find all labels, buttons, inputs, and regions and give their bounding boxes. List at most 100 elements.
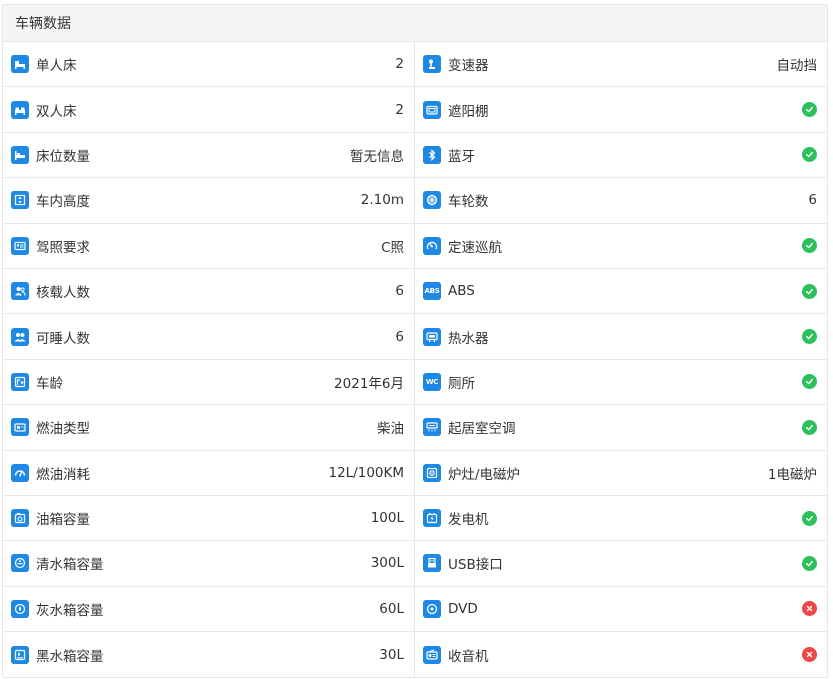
- spec-label: 双人床: [36, 103, 77, 120]
- check-icon: [802, 283, 817, 299]
- spec-value: 柴油: [377, 421, 404, 438]
- spec-value: 6: [808, 192, 817, 209]
- spec-row: 变速器 自动挡: [415, 42, 827, 88]
- spec-value: 2: [395, 56, 404, 73]
- spec-label: 厕所: [448, 375, 475, 392]
- spec-row: 驾照要求 C照: [3, 224, 414, 269]
- single-bed-icon: [11, 55, 29, 74]
- spec-row: 车内高度 2.10m: [3, 178, 414, 224]
- spec-row: 黑水箱容量 30L: [3, 632, 414, 677]
- check-icon: [802, 419, 817, 435]
- spec-row: 可睡人数 6: [3, 314, 414, 360]
- panel-header: 车辆数据: [3, 5, 827, 42]
- spec-row: 炉灶/电磁炉 1电磁炉: [415, 451, 827, 496]
- spec-value: 12L/100KM: [328, 464, 404, 481]
- spec-value: 6: [395, 328, 404, 345]
- spec-label: USB接口: [448, 557, 503, 574]
- spec-label: 可睡人数: [36, 330, 90, 347]
- spec-label: 清水箱容量: [36, 557, 104, 574]
- gray-water-icon: [11, 599, 29, 618]
- spec-value: 300L: [370, 555, 404, 572]
- transmission-icon: [423, 55, 441, 74]
- fresh-water-icon: [11, 554, 29, 573]
- berth-icon: [11, 145, 29, 164]
- spec-label: 灰水箱容量: [36, 602, 104, 619]
- spec-label: 车龄: [36, 375, 63, 392]
- check-icon: [802, 238, 817, 254]
- stove-icon: [423, 463, 441, 482]
- spec-label: 单人床: [36, 58, 77, 75]
- cruise-control-icon: [423, 236, 441, 255]
- spec-label: 油箱容量: [36, 512, 90, 529]
- water-heater-icon: [423, 327, 441, 346]
- spec-row: WC 厕所: [415, 360, 827, 406]
- spec-value: 暂无信息: [350, 148, 404, 165]
- spec-row: 双人床 2: [3, 87, 414, 133]
- spec-label: 车内高度: [36, 194, 90, 211]
- spec-label: 起居室空调: [448, 421, 516, 438]
- wheel-icon: [423, 191, 441, 210]
- spec-row: 清水箱容量 300L: [3, 541, 414, 587]
- spec-row: 起居室空调: [415, 405, 827, 451]
- spec-label: 发电机: [448, 512, 489, 529]
- spec-value: 2021年6月: [334, 375, 404, 392]
- spec-label: 车轮数: [448, 194, 489, 211]
- spec-row: 车轮数 6: [415, 178, 827, 224]
- check-icon: [802, 555, 817, 571]
- vehicle-age-icon: [11, 372, 29, 391]
- passengers-icon: [11, 282, 29, 301]
- spec-row: DVD: [415, 587, 827, 633]
- check-icon: [802, 102, 817, 118]
- black-water-icon: [11, 645, 29, 664]
- vehicle-data-panel: 车辆数据 单人床 2 双人床 2 床位数量 暂无信息 车内高度 2.10m 驾照要求 C照 核载人数…: [2, 4, 828, 678]
- spec-value: 2.10m: [360, 192, 404, 209]
- spec-label: 收音机: [448, 648, 489, 665]
- awning-icon: [423, 100, 441, 119]
- cross-icon: [802, 601, 817, 617]
- spec-column-left: 单人床 2 双人床 2 床位数量 暂无信息 车内高度 2.10m 驾照要求 C照 核载人数 6 可睡人数…: [3, 42, 415, 678]
- spec-value: 6: [395, 283, 404, 300]
- spec-row: ABS ABS: [415, 269, 827, 315]
- spec-row: 燃油类型 柴油: [3, 405, 414, 451]
- spec-label: 遮阳棚: [448, 103, 489, 120]
- spec-value: 60L: [379, 600, 404, 617]
- toilet-icon: WC: [423, 372, 441, 391]
- spec-row: 定速巡航: [415, 224, 827, 269]
- spec-row: 油箱容量 100L: [3, 496, 414, 542]
- check-icon: [802, 510, 817, 526]
- air-conditioner-icon: [423, 418, 441, 437]
- check-icon: [802, 329, 817, 345]
- sleepers-icon: [11, 327, 29, 346]
- spec-label: 黑水箱容量: [36, 648, 104, 665]
- spec-label: 燃油类型: [36, 421, 90, 438]
- check-icon: [802, 374, 817, 390]
- spec-label: 定速巡航: [448, 239, 502, 256]
- spec-label: DVD: [448, 600, 478, 617]
- bluetooth-icon: [423, 145, 441, 164]
- double-bed-icon: [11, 100, 29, 119]
- spec-row: 热水器: [415, 314, 827, 360]
- fuel-tank-icon: [11, 509, 29, 528]
- spec-value: 100L: [370, 510, 404, 527]
- spec-label: 炉灶/电磁炉: [448, 466, 521, 483]
- spec-column-right: 变速器 自动挡遮阳棚蓝牙车轮数 6 定速巡航 ABS ABS 热水器 WC 厕所起居室空调炉灶/…: [415, 42, 827, 677]
- spec-label: 驾照要求: [36, 239, 90, 256]
- spec-row: 发电机: [415, 496, 827, 542]
- spec-label: ABS: [448, 283, 475, 300]
- spec-label: 变速器: [448, 58, 489, 75]
- spec-label: 燃油消耗: [36, 466, 90, 483]
- spec-row: 床位数量 暂无信息: [3, 133, 414, 179]
- spec-grid: 单人床 2 双人床 2 床位数量 暂无信息 车内高度 2.10m 驾照要求 C照 核载人数 6 可睡人数…: [3, 42, 827, 678]
- spec-label: 床位数量: [36, 148, 90, 165]
- panel-title: 车辆数据: [15, 16, 71, 32]
- spec-row: 单人床 2: [3, 42, 414, 88]
- spec-value: 1电磁炉: [767, 466, 817, 483]
- height-icon: [11, 191, 29, 210]
- cross-icon: [802, 647, 817, 663]
- spec-row: 车龄 2021年6月: [3, 360, 414, 406]
- spec-value: C照: [381, 239, 404, 256]
- license-icon: [11, 236, 29, 255]
- check-icon: [802, 147, 817, 163]
- spec-row: 蓝牙: [415, 133, 827, 179]
- usb-icon: [423, 554, 441, 573]
